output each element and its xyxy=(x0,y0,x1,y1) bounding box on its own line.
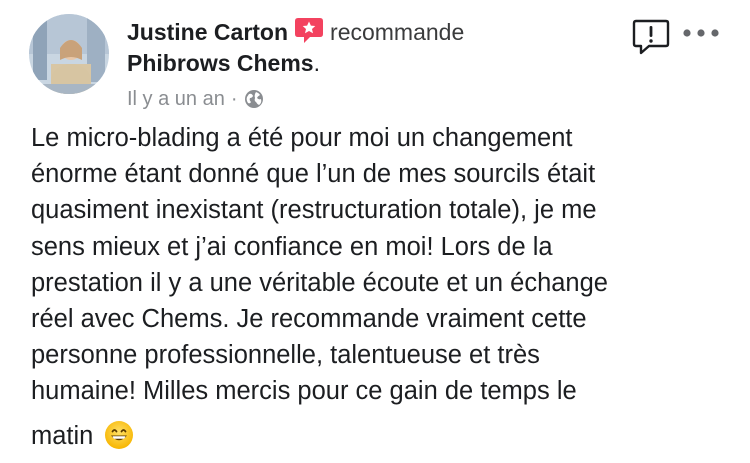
report-exclamation-icon xyxy=(632,19,670,55)
review-line-text: matin xyxy=(31,421,94,450)
review-line: personne professionnelle, talentueuse et… xyxy=(31,341,540,370)
review-text: Le micro-blading a été pour moi un chang… xyxy=(31,120,731,454)
post-meta: Il y a un an · xyxy=(127,86,264,112)
page-line: Phibrows Chems . xyxy=(127,48,320,78)
review-line: énorme étant donné que l’un de mes sourc… xyxy=(31,160,596,189)
page-suffix: . xyxy=(313,49,320,76)
more-dots-icon xyxy=(683,29,719,37)
grinning-face-emoji xyxy=(104,420,134,450)
timestamp[interactable]: Il y a un an xyxy=(127,88,225,111)
avatar-photo xyxy=(29,14,109,94)
more-options-button[interactable] xyxy=(682,26,720,40)
review-line: réel avec Chems. Je recommande vraiment … xyxy=(31,305,587,334)
page-name[interactable]: Phibrows Chems xyxy=(127,50,314,77)
review-line: prestation il y a une véritable écoute e… xyxy=(31,268,608,297)
action-text: recommande xyxy=(330,18,465,45)
review-line: sens mieux et j’ai confiance en moi! Lor… xyxy=(31,232,553,261)
avatar[interactable] xyxy=(29,14,109,94)
review-last-line: matin xyxy=(31,418,731,454)
meta-separator: · xyxy=(230,87,238,110)
review-line: humaine! Milles mercis pour ce gain de t… xyxy=(31,377,577,406)
recommendation-badge-icon xyxy=(294,15,324,45)
author-name[interactable]: Justine Carton xyxy=(127,19,288,46)
report-button[interactable] xyxy=(631,18,671,56)
post-header: Justine Carton recommande xyxy=(127,16,464,48)
globe-icon xyxy=(244,89,264,109)
review-line: Le micro-blading a été pour moi un chang… xyxy=(31,124,573,152)
review-line: quasiment inexistant (restructuration to… xyxy=(31,196,597,225)
